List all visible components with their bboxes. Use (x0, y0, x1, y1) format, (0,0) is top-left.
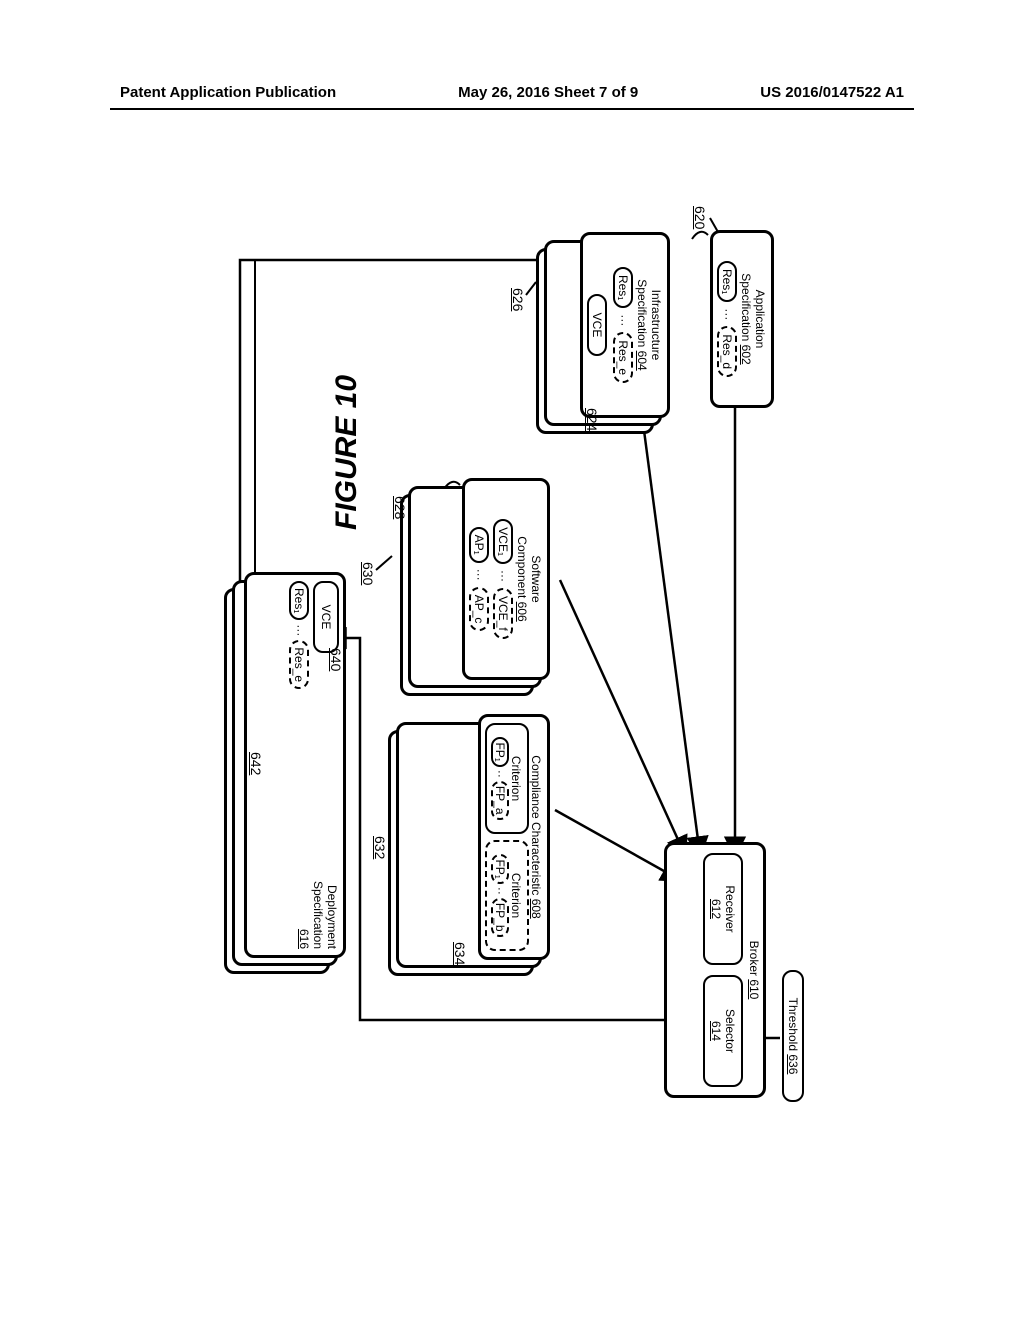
callout-640: 640 (328, 648, 344, 671)
crit1-fp-first: FP₁ (491, 737, 509, 766)
sw-ap-last: AP_c (469, 587, 489, 632)
callout-632: 632 (372, 836, 388, 859)
page-header: Patent Application Publication May 26, 2… (120, 84, 904, 101)
header-right: US 2016/0147522 A1 (760, 84, 904, 101)
callout-630: 630 (360, 562, 376, 585)
ellipsis-icon: ··· (472, 569, 486, 581)
header-center: May 26, 2016 Sheet 7 of 9 (458, 84, 638, 101)
sw-comp-title: SoftwareComponent (515, 536, 543, 602)
ellipsis-icon: ·· (493, 770, 507, 778)
sw-vce-first: VCE₁ (493, 519, 513, 564)
sw-ap-first: AP₁ (469, 527, 489, 563)
infra-res-first: Res₁ (613, 267, 633, 308)
header-rule (110, 108, 914, 110)
receiver: Receiver 612 (703, 853, 743, 965)
callout-626: 626 (510, 288, 526, 311)
deploy-res-last: Res_e (289, 640, 309, 689)
infra-res-last: Res_e (613, 332, 633, 383)
compliance-title: Compliance Characteristic (529, 755, 543, 895)
compliance-characteristic: Compliance Characteristic 608 Criterion … (478, 714, 550, 960)
callout-624: 624 (584, 408, 600, 431)
application-specification: ApplicationSpecification 602 Res₁ ··· Re… (710, 230, 774, 408)
diagram: ApplicationSpecification 602 Res₁ ··· Re… (220, 200, 780, 1110)
infra-vce: VCE (587, 294, 607, 356)
deploy-res-first: Res₁ (289, 581, 309, 620)
sw-vce-last: VCE_f (493, 588, 513, 639)
broker: Broker 610 Receiver 612 Selector 614 (664, 842, 766, 1098)
selector: Selector 614 (703, 975, 743, 1087)
callout-634: 634 (452, 942, 468, 965)
broker-title: Broker (747, 941, 761, 976)
criterion-1: Criterion FP₁ ·· FP_a (485, 723, 529, 834)
callout-628: 628 (392, 496, 408, 519)
app-res-first: Res₁ (717, 261, 737, 302)
callout-642: 642 (248, 752, 264, 775)
header-left: Patent Application Publication (120, 84, 336, 101)
app-spec-title: ApplicationSpecification 602 (739, 239, 767, 399)
ellipsis-icon: ··· (496, 570, 510, 582)
ellipsis-icon: ··· (292, 624, 306, 636)
infra-spec-title: InfrastructureSpecification (635, 279, 663, 360)
deploy-vce: VCE (313, 581, 339, 653)
threshold: Threshold 636 (782, 970, 804, 1102)
deploy-spec-title: DeploymentSpecification (311, 881, 339, 949)
crit1-fp-last: FP_a (491, 781, 509, 820)
ellipsis-icon: ··· (720, 308, 734, 320)
software-component: SoftwareComponent 606 VCE₁ ··· VCE_f AP₁… (462, 478, 550, 680)
crit2-fp-first: FP₁ (491, 854, 509, 883)
crit2-fp-last: FP_b (491, 898, 509, 937)
ellipsis-icon: ··· (616, 314, 630, 326)
ellipsis-icon: ·· (493, 887, 507, 895)
callout-620: 620 (692, 206, 708, 229)
infrastructure-specification: InfrastructureSpecification 604 Res₁ ···… (580, 232, 670, 418)
app-res-last: Res_d (717, 326, 737, 377)
criterion-2: Criterion FP₁ ·· FP_b (485, 840, 529, 951)
